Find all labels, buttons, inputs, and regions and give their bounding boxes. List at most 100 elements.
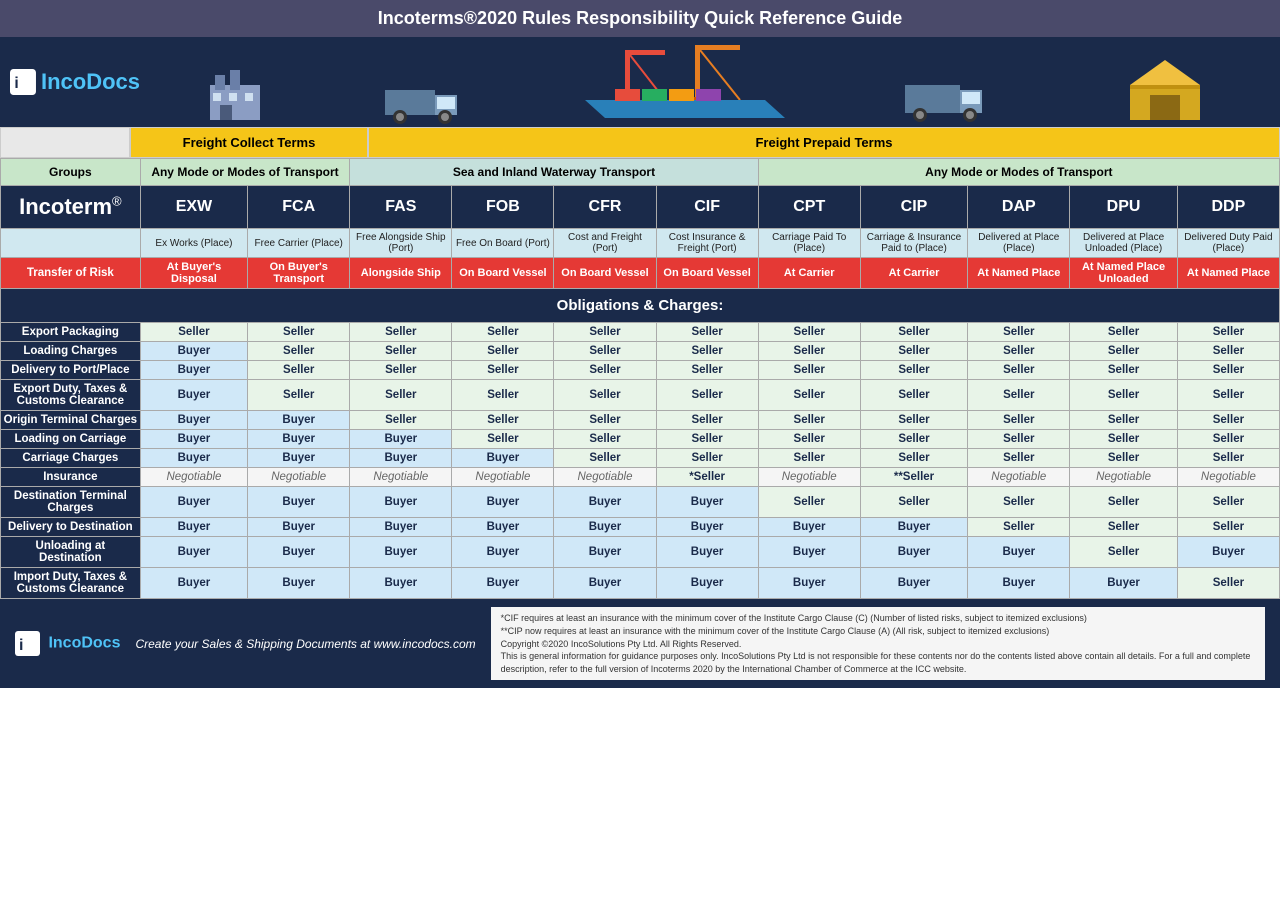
cell-8-10: Seller [1177, 487, 1279, 518]
cell-3-3: Seller [452, 380, 554, 411]
cell-9-2: Buyer [350, 518, 452, 537]
cell-4-8: Seller [968, 411, 1070, 430]
mode-header-row: Groups Any Mode or Modes of Transport Se… [1, 159, 1280, 186]
cell-7-9: Negotiable [1070, 468, 1177, 487]
cell-4-3: Seller [452, 411, 554, 430]
cell-0-1: Seller [248, 323, 350, 342]
cell-11-0: Buyer [140, 568, 247, 599]
risk-cip: At Carrier [860, 258, 967, 289]
risk-fob: On Board Vessel [452, 258, 554, 289]
cell-9-0: Buyer [140, 518, 247, 537]
cell-8-7: Seller [860, 487, 967, 518]
groups-label: Groups [1, 159, 141, 186]
cell-8-0: Buyer [140, 487, 247, 518]
table-row: Export Duty, Taxes & Customs ClearanceBu… [1, 380, 1280, 411]
table-row: Loading ChargesBuyerSellerSellerSellerSe… [1, 342, 1280, 361]
cell-3-7: Seller [860, 380, 967, 411]
cell-3-9: Seller [1070, 380, 1177, 411]
cell-4-2: Seller [350, 411, 452, 430]
cell-5-5: Seller [656, 430, 758, 449]
cell-0-3: Seller [452, 323, 554, 342]
cell-1-9: Seller [1070, 342, 1177, 361]
cell-8-1: Buyer [248, 487, 350, 518]
code-fca: FCA [248, 186, 350, 229]
cell-4-6: Seller [758, 411, 860, 430]
cell-5-6: Seller [758, 430, 860, 449]
code-dpu: DPU [1070, 186, 1177, 229]
cell-2-4: Seller [554, 361, 656, 380]
table-row: Loading on CarriageBuyerBuyerBuyerSeller… [1, 430, 1280, 449]
any-mode-2: Any Mode or Modes of Transport [758, 159, 1279, 186]
cell-9-7: Buyer [860, 518, 967, 537]
table-row: Unloading at DestinationBuyerBuyerBuyerB… [1, 537, 1280, 568]
illustration [140, 40, 1270, 125]
cell-1-6: Seller [758, 342, 860, 361]
code-fob: FOB [452, 186, 554, 229]
code-cpt: CPT [758, 186, 860, 229]
risk-cpt: At Carrier [758, 258, 860, 289]
cell-9-3: Buyer [452, 518, 554, 537]
cell-2-7: Seller [860, 361, 967, 380]
risk-dpu: At Named Place Unloaded [1070, 258, 1177, 289]
truck2-icon [905, 65, 1005, 125]
cell-4-9: Seller [1070, 411, 1177, 430]
table-row: Carriage ChargesBuyerBuyerBuyerBuyerSell… [1, 449, 1280, 468]
obligations-header-row: Obligations & Charges: [1, 289, 1280, 323]
truck-icon [385, 75, 465, 125]
freight-collect-label: Freight Collect Terms [130, 127, 368, 158]
row-label-10: Unloading at Destination [1, 537, 141, 568]
cell-10-6: Buyer [758, 537, 860, 568]
cell-6-9: Seller [1070, 449, 1177, 468]
cell-0-8: Seller [968, 323, 1070, 342]
cell-5-8: Seller [968, 430, 1070, 449]
row-label-8: Destination Terminal Charges [1, 487, 141, 518]
cell-7-7: **Seller [860, 468, 967, 487]
cell-5-9: Seller [1070, 430, 1177, 449]
cell-7-3: Negotiable [452, 468, 554, 487]
cell-10-1: Buyer [248, 537, 350, 568]
cell-2-8: Seller [968, 361, 1070, 380]
desc-exw: Ex Works (Place) [140, 229, 247, 258]
cell-1-1: Seller [248, 342, 350, 361]
cell-3-10: Seller [1177, 380, 1279, 411]
cell-2-0: Buyer [140, 361, 247, 380]
cell-3-0: Buyer [140, 380, 247, 411]
cell-5-4: Seller [554, 430, 656, 449]
code-cif: CIF [656, 186, 758, 229]
cell-10-5: Buyer [656, 537, 758, 568]
cell-11-9: Buyer [1070, 568, 1177, 599]
cell-3-4: Seller [554, 380, 656, 411]
note2: **CIP now requires at least an insurance… [501, 625, 1255, 638]
cell-2-10: Seller [1177, 361, 1279, 380]
cell-10-2: Buyer [350, 537, 452, 568]
cell-5-2: Buyer [350, 430, 452, 449]
table-row: Delivery to DestinationBuyerBuyerBuyerBu… [1, 518, 1280, 537]
freight-banner: Freight Collect Terms Freight Prepaid Te… [0, 127, 1280, 158]
cell-1-4: Seller [554, 342, 656, 361]
cell-11-6: Buyer [758, 568, 860, 599]
table-row: Origin Terminal ChargesBuyerBuyerSellerS… [1, 411, 1280, 430]
cell-8-4: Buyer [554, 487, 656, 518]
row-label-7: Insurance [1, 468, 141, 487]
desc-cpt: Carriage Paid To (Place) [758, 229, 860, 258]
row-label-5: Loading on Carriage [1, 430, 141, 449]
cell-7-5: *Seller [656, 468, 758, 487]
risk-label: Transfer of Risk [1, 258, 141, 289]
cell-11-3: Buyer [452, 568, 554, 599]
cell-1-3: Seller [452, 342, 554, 361]
desc-cif: Cost Insurance & Freight (Port) [656, 229, 758, 258]
cell-7-6: Negotiable [758, 468, 860, 487]
risk-dap: At Named Place [968, 258, 1070, 289]
cell-11-1: Buyer [248, 568, 350, 599]
table-row: Export PackagingSellerSellerSellerSeller… [1, 323, 1280, 342]
cell-10-0: Buyer [140, 537, 247, 568]
cell-3-6: Seller [758, 380, 860, 411]
row-label-1: Loading Charges [1, 342, 141, 361]
cell-11-4: Buyer [554, 568, 656, 599]
cell-2-3: Seller [452, 361, 554, 380]
svg-text:i: i [19, 637, 23, 654]
cell-9-8: Seller [968, 518, 1070, 537]
cell-4-10: Seller [1177, 411, 1279, 430]
cell-0-10: Seller [1177, 323, 1279, 342]
footer-tagline: Create your Sales & Shipping Documents a… [135, 637, 475, 651]
